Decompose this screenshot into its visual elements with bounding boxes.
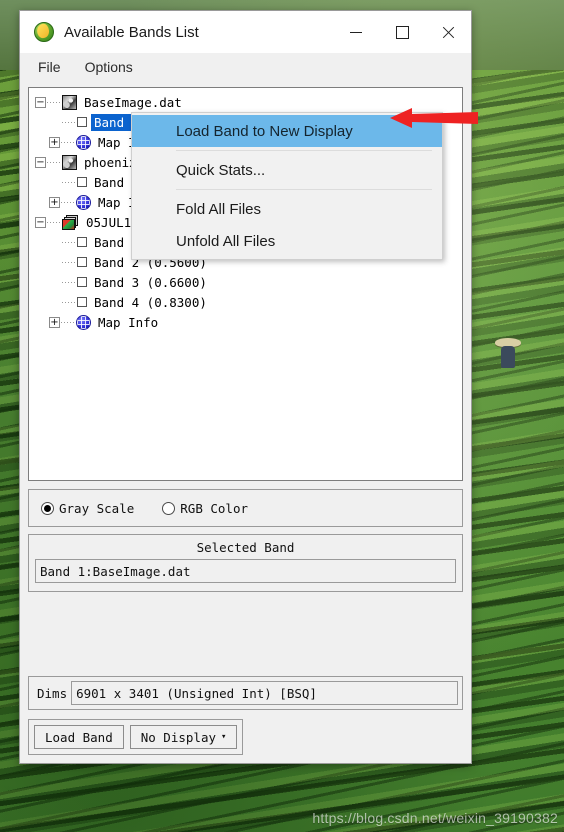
selected-band-title: Selected Band [196,540,295,555]
gray-image-icon [62,154,77,170]
radio-rgb-color[interactable]: RGB Color [162,501,248,516]
selected-band-group: Selected Band Band 1:BaseImage.dat [28,534,463,592]
menu-bar: File Options [20,53,471,81]
color-mode-panel: Gray Scale RGB Color [28,489,463,527]
expander-icon[interactable]: + [49,316,60,328]
checkbox-icon[interactable] [77,257,87,267]
tree-connector [61,321,75,323]
load-band-button[interactable]: Load Band [34,725,124,749]
farm-worker-figure [495,338,521,372]
chevron-down-icon: ▾ [221,732,227,742]
tree-connector [47,101,61,103]
tree-label: phoenix [84,154,137,170]
menu-separator [176,189,432,190]
menu-separator [176,150,432,151]
window-content: − BaseImage.dat Band 1 + Map Info − phoe… [20,81,471,763]
selected-band-value[interactable]: Band 1:BaseImage.dat [35,559,456,583]
menu-file[interactable]: File [36,57,63,77]
tree-band-item[interactable]: Band 3 (0.6600) [35,272,462,292]
tree-label: Band 3 (0.6600) [94,274,207,290]
menu-item-quick-stats[interactable]: Quick Stats... [132,154,442,186]
tree-band-item[interactable]: Band 4 (0.8300) [35,292,462,312]
tree-label: Map Info [98,314,159,330]
tree-connector [62,261,76,263]
radio-selected-icon[interactable] [41,501,54,515]
watermark-text: https://blog.csdn.net/weixin_39190382 [312,810,558,826]
tree-connector [62,121,76,123]
display-select-label: No Display [140,729,216,745]
maximize-icon[interactable] [379,11,425,53]
dims-value[interactable]: 6901 x 3401 (Unsigned Int) [BSQ] [71,681,458,705]
menu-item-fold-all-files[interactable]: Fold All Files [132,193,442,225]
worker-body [501,346,515,368]
menu-item-unfold-all-files[interactable]: Unfold All Files [132,225,442,257]
globe-icon [76,134,91,150]
tree-mapinfo-item[interactable]: + Map Info [35,312,462,332]
expander-icon[interactable]: − [35,216,46,228]
tree-connector [62,241,76,243]
checkbox-icon[interactable] [77,237,87,247]
checkbox-icon[interactable] [77,117,87,127]
globe-icon [76,194,91,210]
available-bands-list-window: Available Bands List File Options − Base… [19,10,472,764]
expander-icon[interactable]: − [35,156,46,168]
display-select-dropdown[interactable]: No Display ▾ [129,725,238,749]
tree-file-baseimage[interactable]: − BaseImage.dat [35,92,462,112]
dims-group: Dims 6901 x 3401 (Unsigned Int) [BSQ] [28,676,463,710]
context-menu: Load Band to New Display Quick Stats... … [131,112,443,260]
tree-connector [61,201,75,203]
minimize-icon[interactable] [333,11,379,53]
tree-connector [62,281,76,283]
tree-label: Band 4 (0.8300) [94,294,207,310]
bands-tree-panel[interactable]: − BaseImage.dat Band 1 + Map Info − phoe… [28,87,463,481]
menu-item-load-band-to-new-display[interactable]: Load Band to New Display [132,115,442,147]
window-title: Available Bands List [64,23,199,41]
expander-icon[interactable]: + [49,136,60,148]
window-controls [333,11,471,53]
close-icon[interactable] [425,11,471,53]
filler-space [28,592,463,676]
globe-icon [76,314,91,330]
checkbox-icon[interactable] [77,297,87,307]
expander-icon[interactable]: − [35,96,46,108]
tree-connector [47,161,61,163]
color-stack-icon [62,214,79,230]
radio-unselected-icon[interactable] [162,501,176,515]
tree-connector [62,301,76,303]
tree-label: BaseImage.dat [84,94,182,110]
radio-gray-scale[interactable]: Gray Scale [41,501,134,516]
radio-rgb-color-label: RGB Color [180,500,248,516]
gray-image-icon [62,94,77,110]
title-bar: Available Bands List [20,11,471,53]
checkbox-icon[interactable] [77,277,87,287]
action-button-group: Load Band No Display ▾ [28,719,244,755]
tree-connector [62,181,76,183]
menu-options[interactable]: Options [83,57,135,77]
tree-connector [47,221,61,223]
checkbox-icon[interactable] [77,177,87,187]
envi-globe-icon [34,22,54,42]
expander-icon[interactable]: + [49,196,60,208]
dims-label: Dims [37,685,68,701]
tree-connector [61,141,75,143]
radio-gray-scale-label: Gray Scale [59,500,135,516]
